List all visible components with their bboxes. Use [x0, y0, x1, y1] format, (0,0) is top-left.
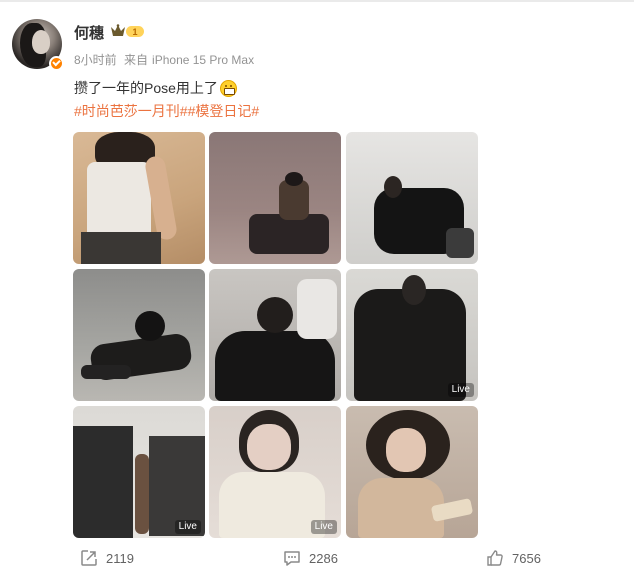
post-time[interactable]: 8小时前 [74, 53, 117, 67]
photo-9[interactable] [346, 406, 478, 538]
photo-4[interactable] [73, 269, 205, 401]
comment-button[interactable]: 2286 [283, 546, 338, 570]
vip-crown-icon[interactable]: 1 [109, 24, 145, 39]
verified-icon [49, 56, 64, 71]
live-badge: Live [310, 520, 337, 534]
repost-count: 2119 [106, 550, 134, 566]
photo-1[interactable] [73, 132, 205, 264]
photo-7[interactable]: Live [73, 406, 205, 538]
thumbs-up-icon [487, 550, 503, 566]
like-count: 7656 [512, 550, 541, 566]
live-badge: Live [174, 520, 201, 534]
post-tags[interactable]: #时尚芭莎一月刊##模登日记# [74, 101, 259, 121]
vip-level: 1 [132, 27, 137, 37]
photo-5[interactable] [209, 269, 341, 401]
action-bar: 2119 2286 7656 [0, 546, 634, 570]
comment-count: 2286 [309, 550, 338, 566]
post-text-content: 攒了一年的Pose用上了 [74, 80, 218, 96]
repost-icon [81, 550, 97, 566]
avatar-face [32, 30, 50, 54]
photo-2[interactable] [209, 132, 341, 264]
grin-emoji-icon [219, 79, 237, 97]
repost-button[interactable]: 2119 [80, 546, 134, 570]
top-divider [0, 0, 634, 2]
photo-grid: Live Live Live [73, 132, 478, 538]
photo-6[interactable]: Live [346, 269, 478, 401]
photo-8[interactable]: Live [209, 406, 341, 538]
source-prefix: 来自 [124, 53, 149, 67]
photo-3[interactable] [346, 132, 478, 264]
comment-icon [284, 551, 300, 566]
post-meta: 8小时前 来自 iPhone 15 Pro Max [74, 51, 258, 68]
user-name[interactable]: 何穗 [74, 22, 104, 43]
source-device: iPhone 15 Pro Max [152, 53, 255, 67]
like-button[interactable]: 7656 [486, 546, 541, 570]
post-text: 攒了一年的Pose用上了 [74, 78, 237, 98]
live-badge: Live [447, 383, 474, 397]
